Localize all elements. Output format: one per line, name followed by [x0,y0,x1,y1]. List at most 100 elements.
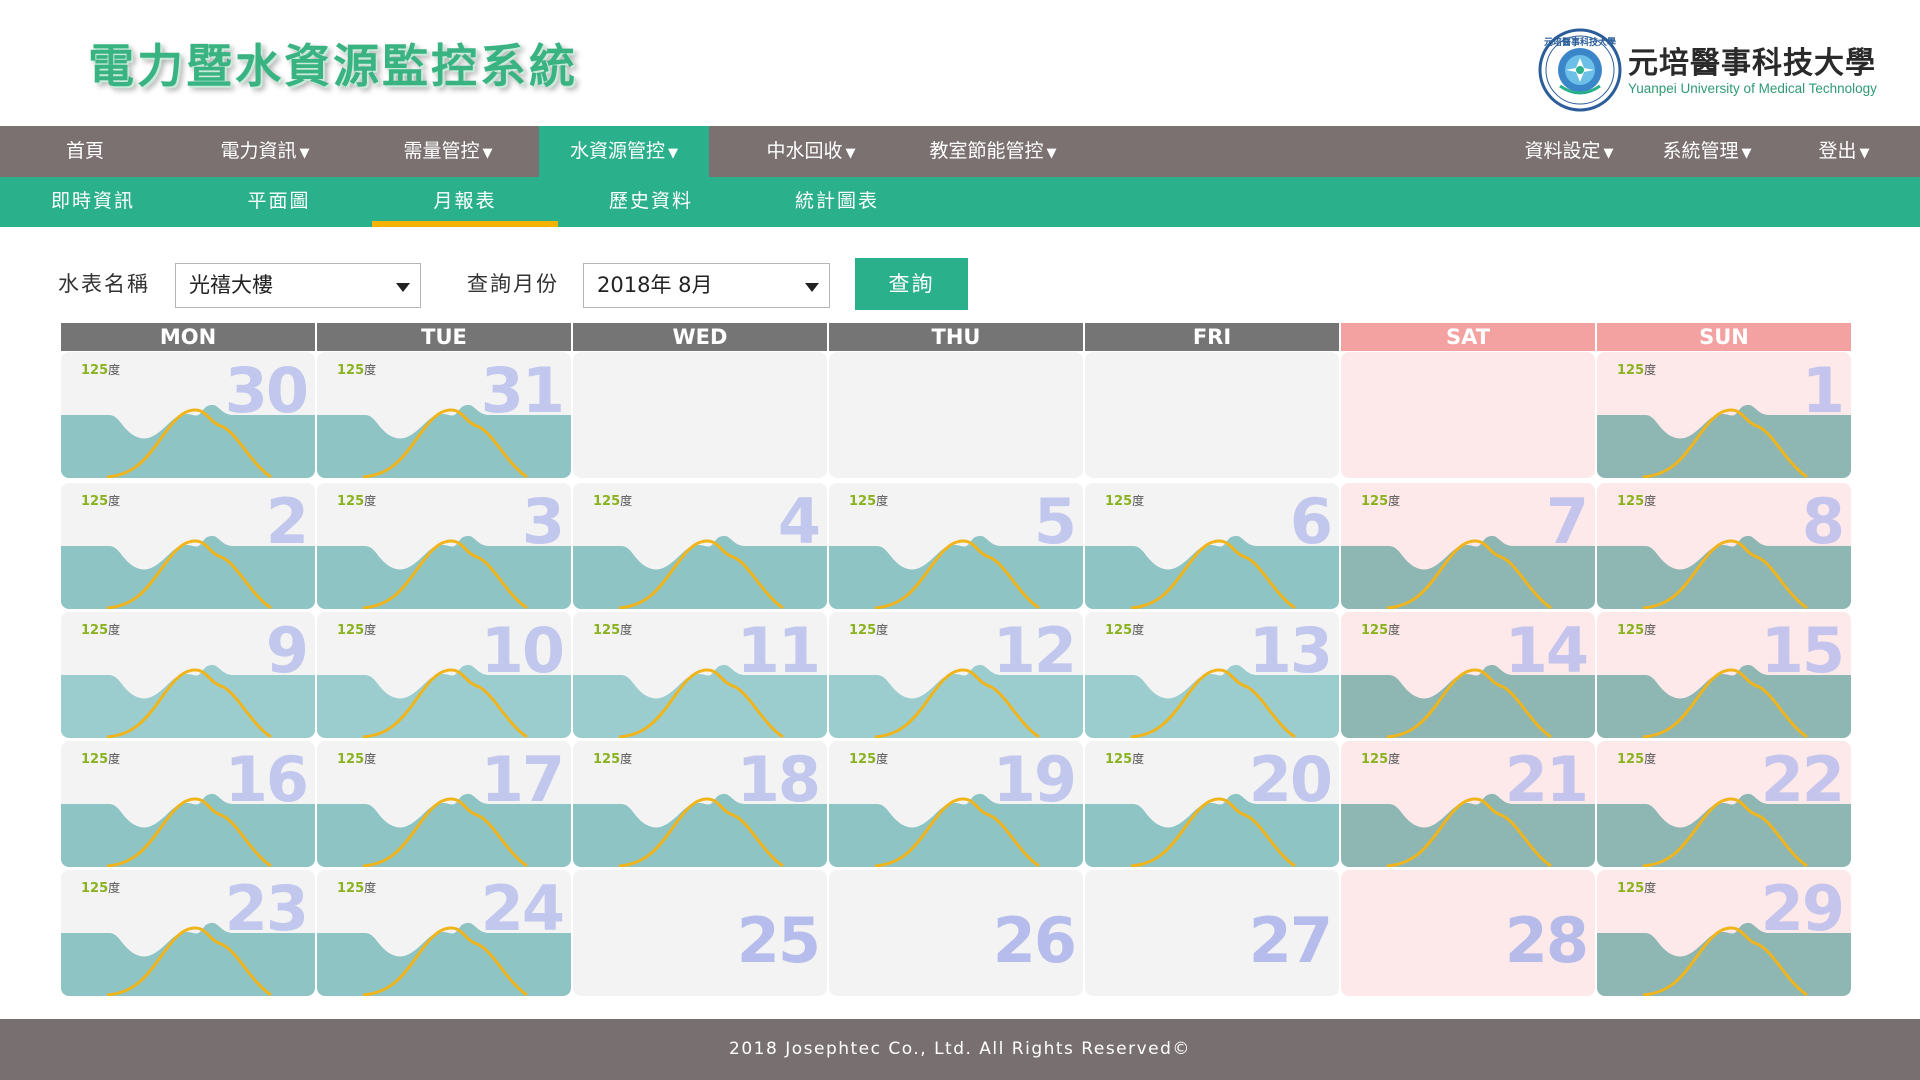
usage-value: 125 [81,881,109,896]
day-number: 8 [1801,485,1845,558]
nav-water-control-label: 水資源管控 [569,140,665,162]
day-number: 2 [265,485,309,558]
calendar-day-13[interactable]: 125度 13 [1085,612,1339,738]
calendar-day-empty [1085,352,1339,478]
caret-down-icon: ▼ [1741,146,1752,161]
calendar-day-27[interactable]: 27 [1085,870,1339,996]
nav-water-control[interactable]: 水資源管控 ▼ [539,126,709,177]
sub-nav: 即時資訊 平面圖 月報表 歷史資料 統計圖表 [0,177,1920,227]
calendar-day-8[interactable]: 125度 8 [1597,483,1851,609]
usage-unit: 度 [1644,752,1657,766]
day-number: 17 [480,743,565,816]
usage-unit: 度 [108,623,121,637]
day-usage-reading: 125度 [337,492,376,509]
weekday-header-tue: TUE [317,323,571,351]
day-number: 24 [480,872,565,945]
calendar-day-18[interactable]: 125度 18 [573,741,827,867]
day-usage-reading: 125度 [337,879,376,896]
calendar-day-1[interactable]: 125度 1 [1597,352,1851,478]
day-number: 7 [1545,485,1589,558]
usage-value: 125 [849,752,877,767]
university-logo[interactable]: 元培醫事科技大學 元培醫事科技大學 Yuanpei University of … [1538,28,1888,112]
usage-unit: 度 [876,494,889,508]
day-usage-reading: 125度 [337,621,376,638]
calendar-day-24[interactable]: 125度 24 [317,870,571,996]
day-number: 6 [1289,485,1333,558]
tab-realtime-info[interactable]: 即時資訊 [0,177,186,227]
calendar-day-15[interactable]: 125度 15 [1597,612,1851,738]
day-number: 15 [1760,614,1845,687]
usage-value: 125 [593,623,621,638]
nav-data-settings[interactable]: 資料設定 ▼ [1514,126,1624,177]
nav-system-admin[interactable]: 系統管理 ▼ [1652,126,1762,177]
weekday-header-wed: WED [573,323,827,351]
usage-value: 125 [1361,752,1389,767]
usage-value: 125 [593,752,621,767]
usage-value: 125 [1105,623,1133,638]
nav-logout[interactable]: 登出 ▼ [1812,126,1876,177]
calendar-day-7[interactable]: 125度 7 [1341,483,1595,609]
main-nav: 首頁 電力資訊 ▼ 需量管控 ▼ 水資源管控 ▼ 中水回收 ▼ 教室節能管控 ▼ 資料設定… [0,126,1920,177]
day-number: 23 [224,872,309,945]
calendar-day-16[interactable]: 125度 16 [61,741,315,867]
day-usage-reading: 125度 [593,750,632,767]
nav-classroom-energy[interactable]: 教室節能管控 ▼ [918,126,1068,177]
nav-water-recycle[interactable]: 中水回收 ▼ [756,126,866,177]
nav-home[interactable]: 首頁 [60,126,110,177]
usage-unit: 度 [364,363,377,377]
calendar-day-22[interactable]: 125度 22 [1597,741,1851,867]
calendar-day-12[interactable]: 125度 12 [829,612,1083,738]
calendar-day-23[interactable]: 125度 23 [61,870,315,996]
usage-value: 125 [1617,752,1645,767]
usage-unit: 度 [1388,494,1401,508]
calendar-day-5[interactable]: 125度 5 [829,483,1083,609]
usage-unit: 度 [108,363,121,377]
usage-unit: 度 [620,494,633,508]
calendar-day-17[interactable]: 125度 17 [317,741,571,867]
nav-demand-control[interactable]: 需量管控 ▼ [392,126,504,177]
usage-value: 125 [1617,494,1645,509]
day-usage-reading: 125度 [81,879,120,896]
calendar-day-6[interactable]: 125度 6 [1085,483,1339,609]
calendar-day-25[interactable]: 25 [573,870,827,996]
calendar-day-3[interactable]: 125度 3 [317,483,571,609]
usage-value: 125 [849,494,877,509]
tab-history-data[interactable]: 歷史資料 [558,177,744,227]
usage-unit: 度 [1644,494,1657,508]
calendar-day-21[interactable]: 125度 21 [1341,741,1595,867]
month-select[interactable]: 2018年 8月 [583,263,830,308]
calendar-day-28[interactable]: 28 [1341,870,1595,996]
calendar-day-20[interactable]: 125度 20 [1085,741,1339,867]
nav-classroom-energy-label: 教室節能管控 [929,140,1044,162]
calendar-day-29[interactable]: 125度 29 [1597,870,1851,996]
nav-system-admin-label: 系統管理 [1662,140,1739,162]
tab-monthly-report[interactable]: 月報表 [372,177,558,227]
usage-unit: 度 [364,881,377,895]
usage-value: 125 [1105,752,1133,767]
usage-value: 125 [337,494,365,509]
day-number: 30 [224,354,309,427]
calendar-day-9[interactable]: 125度 9 [61,612,315,738]
query-button[interactable]: 查詢 [855,258,968,310]
calendar-day-31[interactable]: 125度 31 [317,352,571,478]
calendar-day-11[interactable]: 125度 11 [573,612,827,738]
calendar-day-2[interactable]: 125度 2 [61,483,315,609]
calendar-day-26[interactable]: 26 [829,870,1083,996]
caret-down-icon: ▼ [668,146,678,161]
calendar-day-10[interactable]: 125度 10 [317,612,571,738]
meter-select[interactable]: 光禧大樓 [175,263,421,308]
nav-power-info[interactable]: 電力資訊 ▼ [210,126,320,177]
calendar-day-14[interactable]: 125度 14 [1341,612,1595,738]
calendar-day-30[interactable]: 125度 30 [61,352,315,478]
day-number: 5 [1033,485,1077,558]
usage-unit: 度 [876,752,889,766]
tab-statistics-chart[interactable]: 統計圖表 [744,177,930,227]
calendar-day-4[interactable]: 125度 4 [573,483,827,609]
caret-down-icon: ▼ [1859,146,1870,161]
calendar-day-19[interactable]: 125度 19 [829,741,1083,867]
day-usage-reading: 125度 [1105,750,1144,767]
day-usage-reading: 125度 [849,621,888,638]
tab-floor-plan[interactable]: 平面圖 [186,177,372,227]
day-usage-reading: 125度 [1617,492,1656,509]
seal-text: 元培醫事科技大學 [1544,36,1616,48]
